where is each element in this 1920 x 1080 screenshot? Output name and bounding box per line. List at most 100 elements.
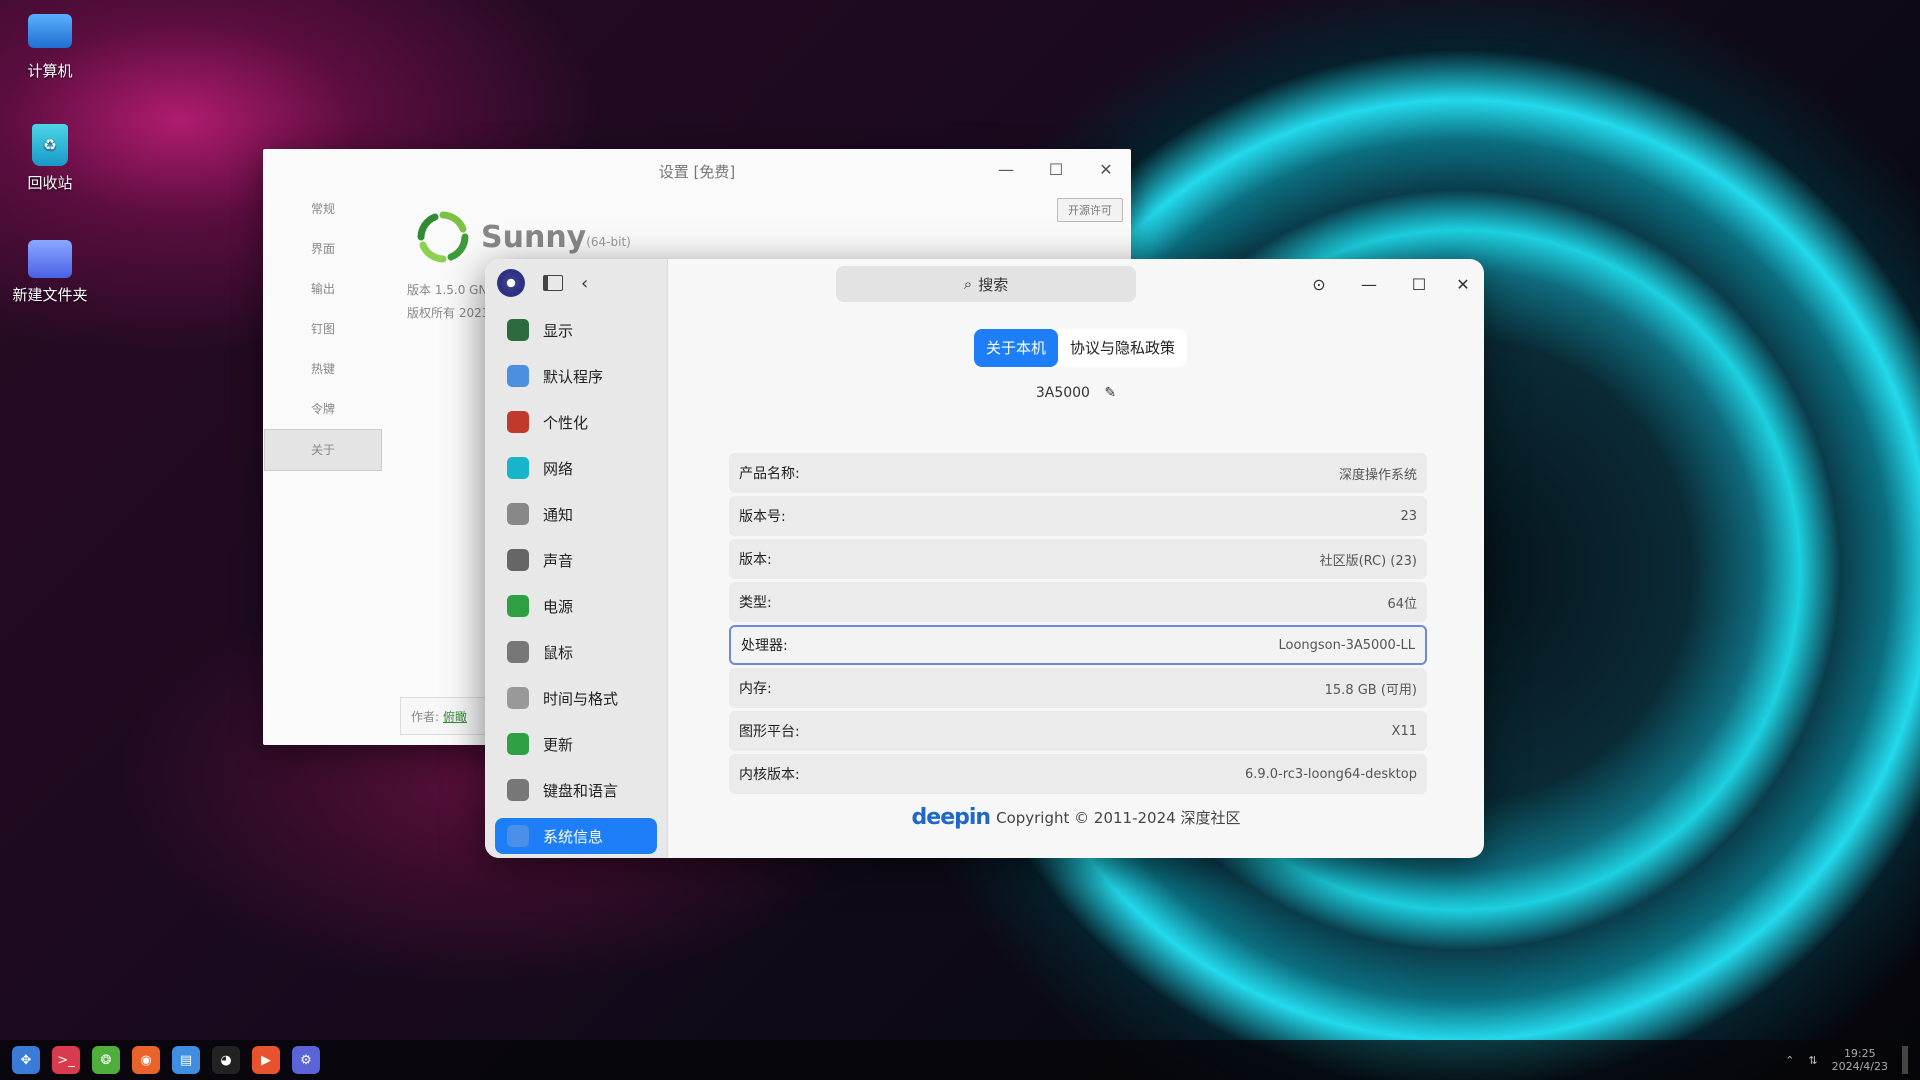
- sidebar-item-clock[interactable]: 时间与格式: [485, 675, 667, 721]
- sunny-app-name: Sunny: [481, 219, 587, 255]
- notification-icon: [507, 503, 529, 525]
- info-value: 6.9.0-rc3-loong64-desktop: [1244, 766, 1417, 782]
- sidebar-item-label: 系统信息: [543, 827, 604, 846]
- search-placeholder: 搜索: [978, 275, 1009, 294]
- sunny-tab-pin[interactable]: 钉图: [263, 309, 383, 349]
- clock[interactable]: 19:25 2024/4/23: [1832, 1047, 1888, 1073]
- sunny-tab-general[interactable]: 常规: [263, 189, 383, 229]
- display-icon: [507, 319, 529, 341]
- sidebar-item-personalization[interactable]: 个性化: [485, 399, 667, 445]
- sunny-titlebar[interactable]: 设置 [免费] — ☐ ✕: [263, 149, 1131, 189]
- info-row[interactable]: 图形平台: X11: [729, 711, 1427, 751]
- open-source-license-button[interactable]: 开源许可: [1057, 198, 1123, 222]
- sidebar-item-default-apps[interactable]: 默认程序: [485, 353, 667, 399]
- info-value: 深度操作系统: [1338, 467, 1417, 483]
- desktop-icon-new-folder[interactable]: 新建文件夹: [2, 240, 98, 305]
- sidebar-item-label: 时间与格式: [543, 689, 619, 708]
- sunny-tab-token[interactable]: 令牌: [263, 389, 383, 429]
- desktop-icon-label: 新建文件夹: [12, 286, 88, 304]
- wps-icon[interactable]: ▶: [252, 1046, 280, 1074]
- control-center-sidebar: ‹ 显示默认程序个性化 网络 通知 声音电源鼠标时间与格式更新键盘和语言系统信息: [485, 259, 668, 858]
- copyright-text: Copyright © 2011-2024 深度社区: [996, 809, 1241, 827]
- sidebar-item-label: 显示: [543, 321, 574, 340]
- sunny-tab-output[interactable]: 输出: [263, 269, 383, 309]
- sidebar-item-keyboard[interactable]: 键盘和语言: [485, 767, 667, 813]
- sound-icon: [507, 549, 529, 571]
- clock-time: 19:25: [1843, 1047, 1876, 1060]
- sidebar-item-label: 键盘和语言: [543, 781, 619, 800]
- sunny-logo-icon: [417, 211, 469, 263]
- qq-icon[interactable]: ◕: [212, 1046, 240, 1074]
- sidebar-item-display[interactable]: 显示: [485, 307, 667, 353]
- control-center-titlebar[interactable]: ⌕ 搜索 ⊙ — ☐ ✕: [668, 259, 1484, 309]
- maximize-button[interactable]: ☐: [1404, 271, 1434, 297]
- desktop-icon-computer[interactable]: 计算机: [2, 8, 98, 81]
- tray-network-icon[interactable]: ⇅: [1808, 1054, 1817, 1067]
- info-key: 内核版本:: [739, 767, 800, 783]
- info-row[interactable]: 版本号: 23: [729, 496, 1427, 536]
- system-info-list: 产品名称: 深度操作系统 版本号: 23 版本: 社区版(RC) (23) 类型: 64位 处理…: [729, 453, 1427, 797]
- taskbar: ✥ >_ ❂ ◉ ▤ ◕ ▶ ⚙ ⌃ ⇅ 19:25 2024/4/23: [0, 1040, 1920, 1080]
- launcher-icon[interactable]: ✥: [12, 1046, 40, 1074]
- sunny-tab-interface[interactable]: 界面: [263, 229, 383, 269]
- sidebar-item-label: 默认程序: [543, 367, 604, 386]
- personalization-icon: [507, 411, 529, 433]
- deepin-logo-icon: [497, 269, 525, 297]
- maximize-button[interactable]: ☐: [1041, 157, 1071, 181]
- tab-about-this-pc[interactable]: 关于本机: [974, 329, 1059, 367]
- sidebar-item-label: 电源: [543, 597, 574, 616]
- info-row[interactable]: 处理器: Loongson-3A5000-LL: [729, 625, 1427, 665]
- tab-agreements-privacy[interactable]: 协议与隐私政策: [1058, 329, 1187, 367]
- sidebar-item-network[interactable]: 网络: [485, 445, 667, 491]
- control-center-window: ‹ 显示默认程序个性化 网络 通知 声音电源鼠标时间与格式更新键盘和语言系统信息 ⌕ …: [485, 259, 1484, 858]
- sidebar-item-mouse[interactable]: 鼠标: [485, 629, 667, 675]
- sidebar-item-update[interactable]: 更新: [485, 721, 667, 767]
- info-row[interactable]: 版本: 社区版(RC) (23): [729, 539, 1427, 579]
- sunny-tab-about[interactable]: 关于: [264, 429, 382, 471]
- firefox-icon[interactable]: ◉: [132, 1046, 160, 1074]
- sidebar-item-sound[interactable]: 声音: [485, 537, 667, 583]
- info-row[interactable]: 内存: 15.8 GB (可用): [729, 668, 1427, 708]
- minimize-button[interactable]: —: [1354, 271, 1384, 297]
- tray-expand-icon[interactable]: ⌃: [1785, 1054, 1794, 1067]
- info-value: 社区版(RC) (23): [1319, 553, 1417, 569]
- close-button[interactable]: ✕: [1448, 271, 1478, 297]
- sidebar-item-label: 鼠标: [543, 643, 574, 662]
- info-key: 产品名称:: [739, 466, 800, 482]
- sidebar-item-system-info[interactable]: 系统信息: [495, 818, 657, 854]
- info-key: 版本:: [739, 552, 772, 568]
- info-value: Loongson-3A5000-LL: [1278, 637, 1416, 653]
- sidebar-item-notification[interactable]: 通知: [485, 491, 667, 537]
- desktop-icon-trash[interactable]: ♻ 回收站: [2, 124, 98, 193]
- terminal-icon[interactable]: >_: [52, 1046, 80, 1074]
- deepin-brand-logo: deepin: [911, 805, 992, 830]
- file-manager-icon[interactable]: ▤: [172, 1046, 200, 1074]
- search-input[interactable]: ⌕ 搜索: [836, 266, 1136, 302]
- menu-button[interactable]: ⊙: [1304, 271, 1334, 297]
- settings-icon[interactable]: ⚙: [292, 1046, 320, 1074]
- info-key: 图形平台:: [739, 724, 800, 740]
- sidebar-item-label: 更新: [543, 735, 574, 754]
- network-icon: [507, 457, 529, 479]
- author-link[interactable]: 俯瞰: [443, 708, 467, 725]
- clock-icon: [507, 687, 529, 709]
- sunny-logo: Sunny (64-bit): [413, 207, 631, 267]
- info-row[interactable]: 内核版本: 6.9.0-rc3-loong64-desktop: [729, 754, 1427, 794]
- info-row[interactable]: 产品名称: 深度操作系统: [729, 453, 1427, 493]
- info-key: 处理器:: [741, 638, 788, 654]
- info-row[interactable]: 类型: 64位: [729, 582, 1427, 622]
- info-key: 类型:: [739, 595, 772, 611]
- desktop-icon-label: 回收站: [27, 174, 73, 192]
- back-icon[interactable]: ‹: [581, 273, 588, 294]
- info-key: 版本号:: [739, 509, 786, 525]
- sunny-icon[interactable]: ❂: [92, 1046, 120, 1074]
- keyboard-icon: [507, 779, 529, 801]
- show-desktop-button[interactable]: [1902, 1046, 1908, 1074]
- sunny-copyright: 版权所有 2023: [407, 306, 490, 320]
- sidebar-item-power[interactable]: 电源: [485, 583, 667, 629]
- edit-hostname-icon[interactable]: ✎: [1104, 385, 1116, 401]
- toggle-sidebar-icon[interactable]: [543, 275, 563, 291]
- minimize-button[interactable]: —: [991, 157, 1021, 181]
- sunny-tab-hotkeys[interactable]: 热键: [263, 349, 383, 389]
- close-button[interactable]: ✕: [1091, 157, 1121, 181]
